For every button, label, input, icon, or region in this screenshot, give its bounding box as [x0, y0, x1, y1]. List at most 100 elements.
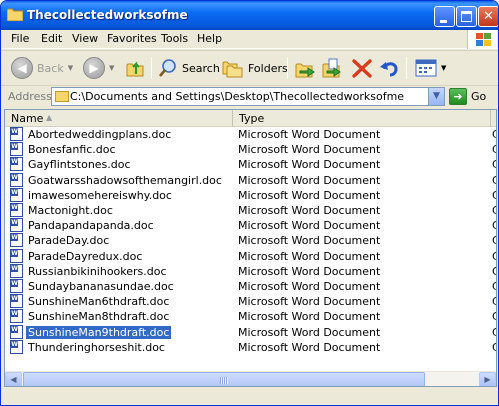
- word-document-icon: [10, 309, 23, 324]
- word-document-icon: [10, 203, 23, 217]
- column-header-row: Name ▲ Type C: [5, 110, 496, 127]
- column-name-label: Name: [11, 112, 44, 125]
- file-list[interactable]: Name ▲ Type C Abortedweddingplans.doc Mic…: [4, 109, 497, 387]
- file-row[interactable]: Gayflintstones.doc Microsoft Word Documen…: [5, 157, 496, 172]
- file-row[interactable]: imawesomehereiswhy.doc Microsoft Word Doc…: [5, 187, 496, 203]
- file-row[interactable]: ParadeDay.doc Microsoft Word Document C: [5, 233, 496, 248]
- undo-button[interactable]: [379, 55, 401, 81]
- back-label: Back: [37, 61, 64, 75]
- move-to-button[interactable]: [294, 55, 316, 81]
- address-input[interactable]: C:\Documents and Settings\Desktop\Thecol…: [51, 87, 445, 106]
- file-partial-column: C: [492, 326, 496, 339]
- file-name: SunshineMan6thdraft.doc: [28, 295, 170, 309]
- word-document-icon: [10, 187, 23, 202]
- grip-icon: [220, 377, 228, 384]
- file-row[interactable]: SunshineMan8thdraft.doc Microsoft Word Do…: [5, 309, 496, 324]
- address-dropdown-icon[interactable]: ▼: [428, 88, 444, 105]
- word-document-icon: [10, 324, 23, 339]
- up-folder-button[interactable]: [125, 55, 145, 81]
- horizontal-scrollbar[interactable]: ◀ ▶: [5, 371, 496, 386]
- file-type: Microsoft Word Document: [238, 264, 381, 278]
- file-partial-column: C: [492, 265, 496, 278]
- file-row[interactable]: Goatwarsshadowsofthemangirl.doc Microsoft…: [5, 172, 496, 188]
- go-label[interactable]: Go: [471, 90, 486, 103]
- file-partial-column: C: [492, 280, 496, 293]
- copy-to-button[interactable]: [321, 55, 343, 81]
- menu-edit[interactable]: Edit: [41, 32, 62, 45]
- file-row[interactable]: Pandapandapanda.doc Microsoft Word Docume…: [5, 218, 496, 233]
- file-row[interactable]: Abortedweddingplans.doc Microsoft Word Do…: [5, 127, 496, 142]
- window-title: Thecollectedworksofme: [27, 8, 188, 22]
- file-row[interactable]: Russianbikinihookers.doc Microsoft Word D…: [5, 263, 496, 279]
- word-document-icon: [10, 127, 23, 141]
- scroll-right-button[interactable]: ▶: [479, 372, 496, 386]
- chevron-right-icon: ▶: [484, 375, 491, 384]
- go-button[interactable]: ➜: [449, 88, 467, 105]
- address-bar: Address C:\Documents and Settings\Deskto…: [1, 85, 498, 107]
- close-icon: ✕: [483, 9, 494, 24]
- views-button[interactable]: ▼: [415, 55, 446, 81]
- word-document-icon: [10, 233, 23, 248]
- toolbar-separator: [406, 57, 407, 79]
- delete-icon: [352, 59, 372, 78]
- toolbar: ◀ Back ▼ ▶ ▼ Search Folders ▼: [1, 50, 498, 85]
- file-type: Microsoft Word Document: [238, 249, 381, 263]
- file-row[interactable]: Sundaybananasundae.doc Microsoft Word Doc…: [5, 279, 496, 294]
- folder-icon: [55, 91, 69, 102]
- file-row[interactable]: ParadeDayredux.doc Microsoft Word Documen…: [5, 248, 496, 264]
- menu-help[interactable]: Help: [197, 32, 222, 45]
- forward-dropdown-icon[interactable]: ▼: [109, 64, 114, 72]
- address-label: Address: [8, 90, 52, 103]
- file-row[interactable]: Thunderinghorseshit.doc Microsoft Word Do…: [5, 339, 496, 355]
- scroll-left-button[interactable]: ◀: [5, 372, 22, 386]
- back-dropdown-icon[interactable]: ▼: [68, 64, 73, 72]
- maximize-button[interactable]: [456, 6, 477, 27]
- back-arrow-icon: ◀: [11, 57, 33, 79]
- menu-tools[interactable]: Tools: [161, 32, 188, 45]
- file-name: ParadeDay.doc: [28, 234, 110, 248]
- file-type: Microsoft Word Document: [238, 234, 381, 248]
- file-partial-column: C: [492, 174, 496, 187]
- file-partial-column: C: [492, 189, 496, 202]
- forward-button[interactable]: ▶ ▼: [83, 55, 114, 81]
- search-button[interactable]: Search: [158, 55, 220, 81]
- column-header-name[interactable]: Name ▲: [5, 110, 233, 127]
- file-type: Microsoft Word Document: [238, 204, 381, 217]
- file-name: Russianbikinihookers.doc: [28, 264, 167, 278]
- search-label: Search: [182, 61, 220, 75]
- file-name: imawesomehereiswhy.doc: [28, 188, 172, 202]
- back-button[interactable]: ◀ Back ▼: [11, 55, 73, 81]
- file-row[interactable]: SunshineMan9thdraft.doc Microsoft Word Do…: [5, 324, 496, 340]
- file-row[interactable]: Bonesfanfic.doc Microsoft Word Document C: [5, 142, 496, 157]
- file-name: SunshineMan8thdraft.doc: [28, 310, 170, 324]
- chevron-left-icon: ◀: [10, 375, 17, 384]
- file-partial-column: C: [492, 234, 496, 247]
- minimize-button[interactable]: [434, 6, 455, 27]
- column-header-partial[interactable]: C: [491, 110, 496, 127]
- maximize-icon: [461, 11, 472, 22]
- file-partial-column: C: [492, 143, 496, 156]
- file-name: Thunderinghorseshit.doc: [28, 340, 165, 354]
- menu-favorites[interactable]: Favorites: [107, 32, 157, 45]
- views-dropdown-icon[interactable]: ▼: [441, 64, 446, 72]
- file-type: Microsoft Word Document: [238, 128, 381, 141]
- column-header-type[interactable]: Type: [233, 110, 491, 127]
- word-document-icon: [10, 142, 23, 157]
- file-type: Microsoft Word Document: [238, 340, 381, 354]
- word-document-icon: [10, 279, 23, 293]
- title-bar[interactable]: Thecollectedworksofme ✕: [1, 1, 498, 30]
- file-row[interactable]: Mactonight.doc Microsoft Word Document C: [5, 203, 496, 218]
- column-type-label: Type: [239, 112, 265, 125]
- windows-logo-icon: [467, 30, 497, 49]
- file-partial-column: C: [492, 295, 496, 308]
- move-to-folder-icon: [295, 63, 315, 78]
- menu-file[interactable]: File: [11, 32, 29, 45]
- file-row[interactable]: SunshineMan6thdraft.doc Microsoft Word Do…: [5, 294, 496, 309]
- delete-button[interactable]: [351, 55, 373, 81]
- file-name: Goatwarsshadowsofthemangirl.doc: [28, 173, 222, 187]
- close-button[interactable]: ✕: [478, 6, 498, 27]
- menu-view[interactable]: View: [72, 32, 98, 45]
- scroll-thumb[interactable]: [23, 372, 425, 386]
- folders-button[interactable]: Folders: [222, 55, 288, 81]
- file-partial-column: C: [492, 158, 496, 171]
